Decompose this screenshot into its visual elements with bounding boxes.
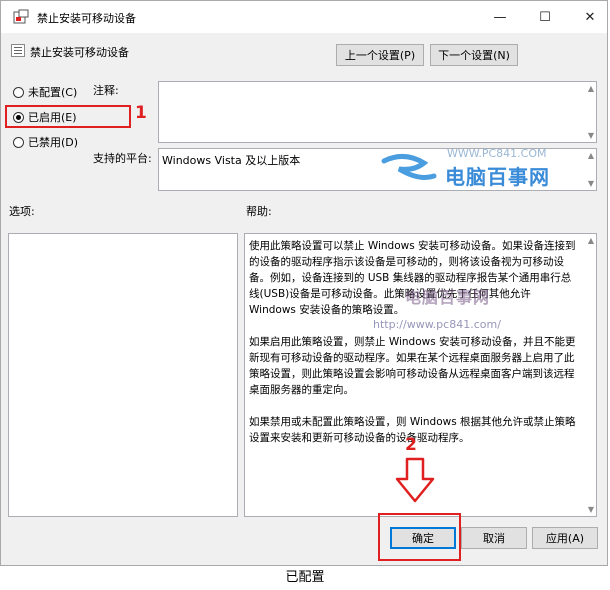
dialog-body: 禁止安装可移动设备 上一个设置(P) 下一个设置(N) 未配置(C) 已启用(E… xyxy=(1,33,607,565)
annotation-number-2: 2 xyxy=(405,435,417,455)
previous-setting-button[interactable]: 上一个设置(P) xyxy=(336,44,424,66)
radio-disabled[interactable]: 已禁用(D) xyxy=(13,134,78,150)
watermark-url-top: WWW.PC841.COM xyxy=(447,147,547,160)
annotation-number-1: 1 xyxy=(135,103,147,123)
watermark-url-mid: http://www.pc841.com/ xyxy=(373,318,501,331)
radio-not-configured[interactable]: 未配置(C) xyxy=(13,84,77,100)
help-paragraph: 如果启用此策略设置，则禁止 Windows 安装可移动设备，并且不能更新现有可移… xyxy=(249,336,576,396)
scroll-down-icon[interactable]: ▼ xyxy=(588,505,594,514)
comment-label: 注释: xyxy=(93,84,119,97)
policy-app-icon xyxy=(13,9,29,24)
cancel-button[interactable]: 取消 xyxy=(461,527,527,549)
supported-platform-label: 支持的平台: xyxy=(93,152,152,165)
image-caption: 已配置 xyxy=(285,570,325,585)
policy-dialog-window: 禁止安装可移动设备 — ☐ ✕ 禁止安装可移动设备 上一个设置(P) 下一个设置… xyxy=(0,0,608,566)
maximize-icon[interactable]: ☐ xyxy=(531,7,559,27)
scroll-up-icon[interactable]: ▲ xyxy=(588,236,594,245)
next-setting-button[interactable]: 下一个设置(N) xyxy=(430,44,518,66)
apply-button[interactable]: 应用(A) xyxy=(532,527,598,549)
policy-setting-icon xyxy=(11,44,25,57)
scroll-up-icon[interactable]: ▲ xyxy=(588,151,594,160)
window-title: 禁止安装可移动设备 xyxy=(37,12,136,25)
comment-field[interactable]: ▲ ▼ xyxy=(158,81,597,143)
watermark-brand-mid: 电脑百事网 xyxy=(405,288,491,307)
minimize-icon[interactable]: — xyxy=(486,7,514,27)
options-panel[interactable] xyxy=(8,233,238,517)
policy-name-heading: 禁止安装可移动设备 xyxy=(30,46,129,59)
scroll-up-icon[interactable]: ▲ xyxy=(588,84,594,93)
scroll-down-icon[interactable]: ▼ xyxy=(588,131,594,140)
down-arrow-icon xyxy=(395,457,435,503)
annotation-box-enabled xyxy=(5,105,131,128)
options-section-label: 选项: xyxy=(9,205,35,218)
watermark-logo-icon xyxy=(381,154,437,180)
ok-button[interactable]: 确定 xyxy=(390,527,456,549)
close-icon[interactable]: ✕ xyxy=(576,7,604,27)
help-section-label: 帮助: xyxy=(246,205,272,218)
scroll-down-icon[interactable]: ▼ xyxy=(588,179,594,188)
watermark-brand-top: 电脑百事网 xyxy=(445,165,550,189)
help-text: 使用此策略设置可以禁止 Windows 安装可移动设备。如果设备连接到的设备的驱… xyxy=(249,238,580,462)
radio-circle[interactable] xyxy=(13,136,24,148)
radio-disabled-label: 已禁用(D) xyxy=(28,136,79,149)
supported-platform-value: Windows Vista 及以上版本 xyxy=(162,154,301,167)
radio-not-configured-label: 未配置(C) xyxy=(28,86,78,99)
radio-circle[interactable] xyxy=(13,86,24,98)
title-bar[interactable]: 禁止安装可移动设备 — ☐ ✕ xyxy=(1,1,607,33)
